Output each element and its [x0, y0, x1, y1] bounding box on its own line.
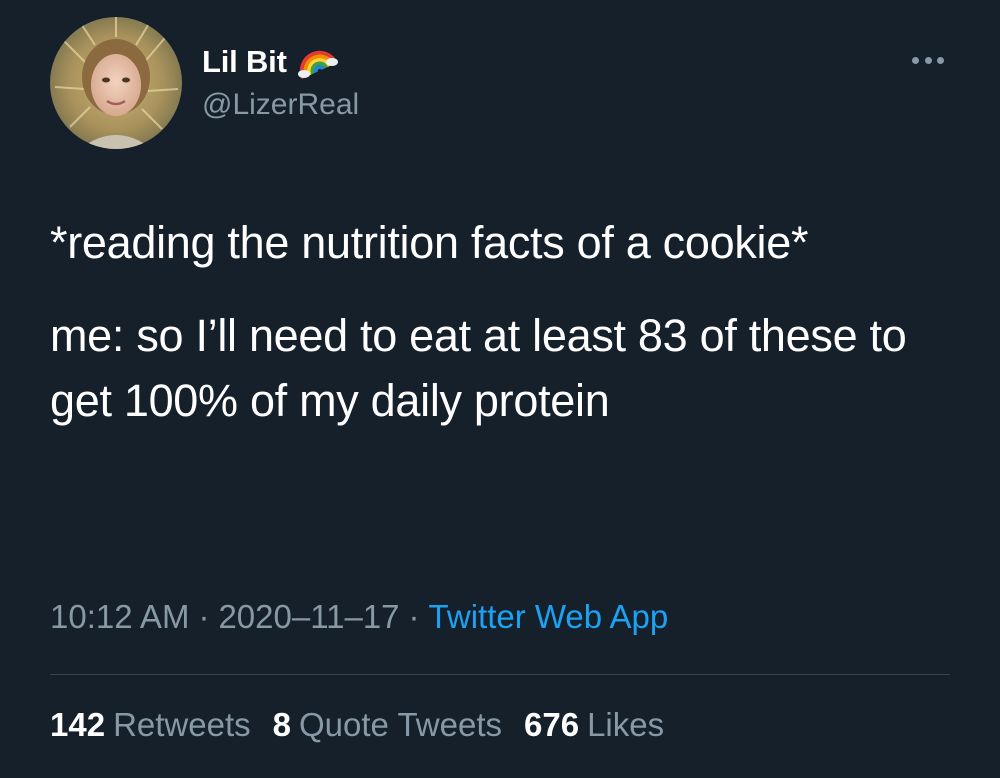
tweet-stats: 142 Retweets 8 Quote Tweets 676 Likes	[50, 706, 664, 744]
divider	[50, 674, 950, 675]
retweets-count: 142	[50, 706, 106, 743]
author-handle[interactable]: @LizerReal	[202, 88, 359, 122]
rainbow-icon	[297, 41, 339, 83]
separator: ·	[198, 598, 210, 635]
display-name[interactable]: Lil Bit	[202, 44, 287, 80]
retweets-label: Retweets	[113, 706, 251, 743]
quote-tweets-count: 8	[272, 706, 291, 743]
tweet-card: Lil Bit @LizerReal *reading the nutritio…	[0, 0, 1000, 778]
author-name-row[interactable]: Lil Bit	[202, 40, 339, 84]
dot	[937, 56, 944, 64]
quote-tweets-label: Quote Tweets	[298, 706, 502, 743]
likes-label: Likes	[587, 706, 665, 743]
retweets-stat[interactable]: 142 Retweets	[50, 706, 251, 744]
dot	[924, 56, 932, 64]
likes-count: 676	[524, 706, 580, 743]
tweet-meta: 10:12 AM · 2020–11–17 · Twitter Web App	[50, 598, 668, 636]
tweet-date[interactable]: 2020–11–17	[218, 598, 399, 635]
avatar[interactable]	[50, 17, 182, 149]
likes-stat[interactable]: 676 Likes	[524, 706, 664, 744]
dot	[912, 56, 919, 64]
more-horizontal-icon[interactable]	[904, 46, 952, 74]
tweet-time[interactable]: 10:12 AM	[50, 598, 189, 635]
tweet-text: *reading the nutrition facts of a cookie…	[50, 210, 950, 433]
tweet-source-link[interactable]: Twitter Web App	[429, 598, 669, 635]
separator: ·	[408, 598, 420, 635]
tweet-paragraph: me: so I’ll need to eat at least 83 of t…	[50, 310, 907, 426]
quote-tweets-stat[interactable]: 8 Quote Tweets	[273, 706, 502, 744]
tweet-paragraph: *reading the nutrition facts of a cookie…	[50, 217, 809, 268]
avatar-photo-icon	[50, 17, 182, 149]
